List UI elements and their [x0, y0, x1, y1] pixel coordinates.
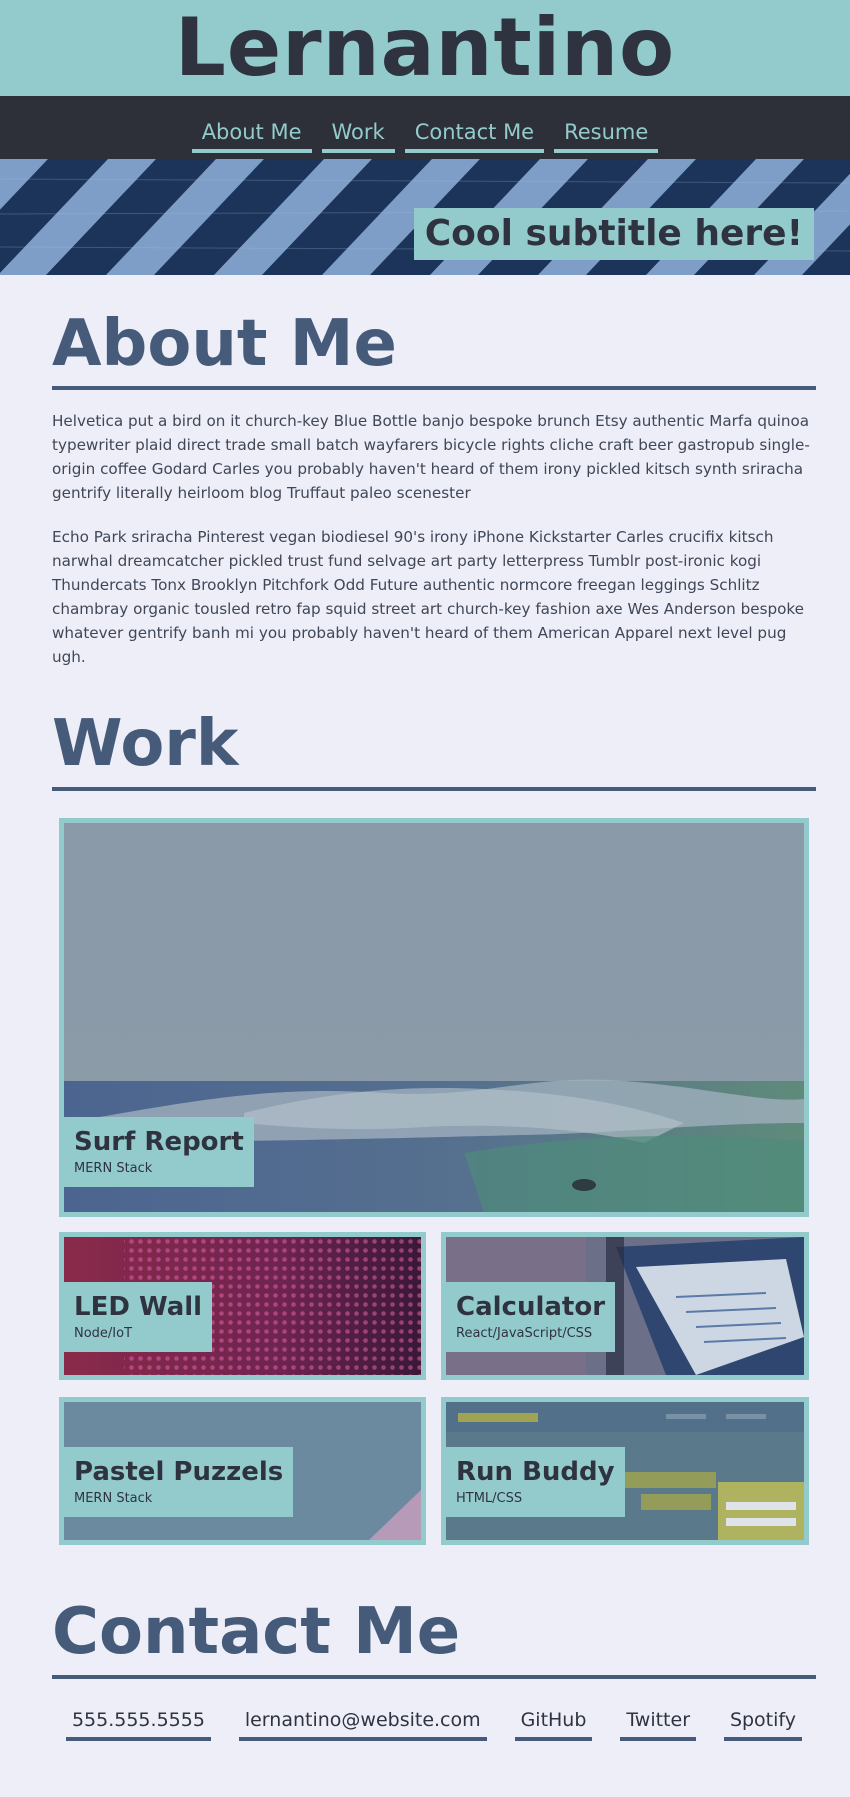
contact-heading: Contact Me	[52, 1600, 816, 1679]
site-header: Lernantino	[0, 0, 850, 96]
project-label: LED Wall Node/IoT	[64, 1282, 213, 1352]
project-card-surf-report[interactable]: Surf Report MERN Stack	[59, 818, 809, 1217]
main-nav: About Me Work Contact Me Resume	[0, 96, 850, 159]
project-title: Surf Report	[74, 1127, 244, 1157]
project-label: Run Buddy HTML/CSS	[446, 1447, 625, 1517]
project-card-pastel-puzzels[interactable]: Pastel Puzzels MERN Stack	[59, 1397, 426, 1545]
contact-phone-link[interactable]: 555.555.5555	[65, 1705, 211, 1741]
nav-link-work[interactable]: Work	[321, 103, 395, 153]
work-heading: Work	[52, 712, 816, 791]
project-tech: HTML/CSS	[456, 1491, 523, 1506]
hero-banner: Cool subtitle here!	[0, 159, 850, 275]
project-tech: MERN Stack	[74, 1491, 153, 1506]
contact-email-link[interactable]: lernantino@website.com	[238, 1705, 487, 1741]
project-title: Pastel Puzzels	[74, 1457, 284, 1487]
project-title: Run Buddy	[456, 1457, 615, 1487]
nav-link-about[interactable]: About Me	[191, 103, 312, 153]
project-title: Calculator	[456, 1292, 606, 1322]
about-paragraph-1: Helvetica put a bird on it church-key Bl…	[52, 412, 810, 502]
contact-twitter-link[interactable]: Twitter	[620, 1705, 697, 1741]
project-label: Surf Report MERN Stack	[64, 1117, 254, 1187]
about-paragraph-2: Echo Park sriracha Pinterest vegan biodi…	[52, 528, 805, 666]
project-tech: Node/IoT	[74, 1326, 133, 1341]
project-title: LED Wall	[74, 1292, 203, 1322]
site-title: Lernantino	[174, 1, 676, 94]
project-label: Calculator React/JavaScript/CSS	[446, 1282, 616, 1352]
about-heading: About Me	[52, 312, 816, 390]
project-card-calculator[interactable]: Calculator React/JavaScript/CSS	[441, 1232, 809, 1380]
project-label: Pastel Puzzels MERN Stack	[64, 1447, 294, 1517]
project-card-run-buddy[interactable]: Run Buddy HTML/CSS	[441, 1397, 809, 1545]
hero-subtitle: Cool subtitle here!	[413, 208, 814, 260]
nav-link-resume[interactable]: Resume	[554, 103, 659, 153]
project-tech: MERN Stack	[74, 1161, 153, 1176]
project-tech: React/JavaScript/CSS	[456, 1326, 593, 1341]
nav-link-contact[interactable]: Contact Me	[404, 103, 545, 153]
contact-spotify-link[interactable]: Spotify	[723, 1705, 803, 1741]
project-card-led-wall[interactable]: LED Wall Node/IoT	[59, 1232, 426, 1380]
contact-links: 555.555.5555 lernantino@website.com GitH…	[52, 1705, 816, 1741]
contact-github-link[interactable]: GitHub	[514, 1705, 593, 1741]
